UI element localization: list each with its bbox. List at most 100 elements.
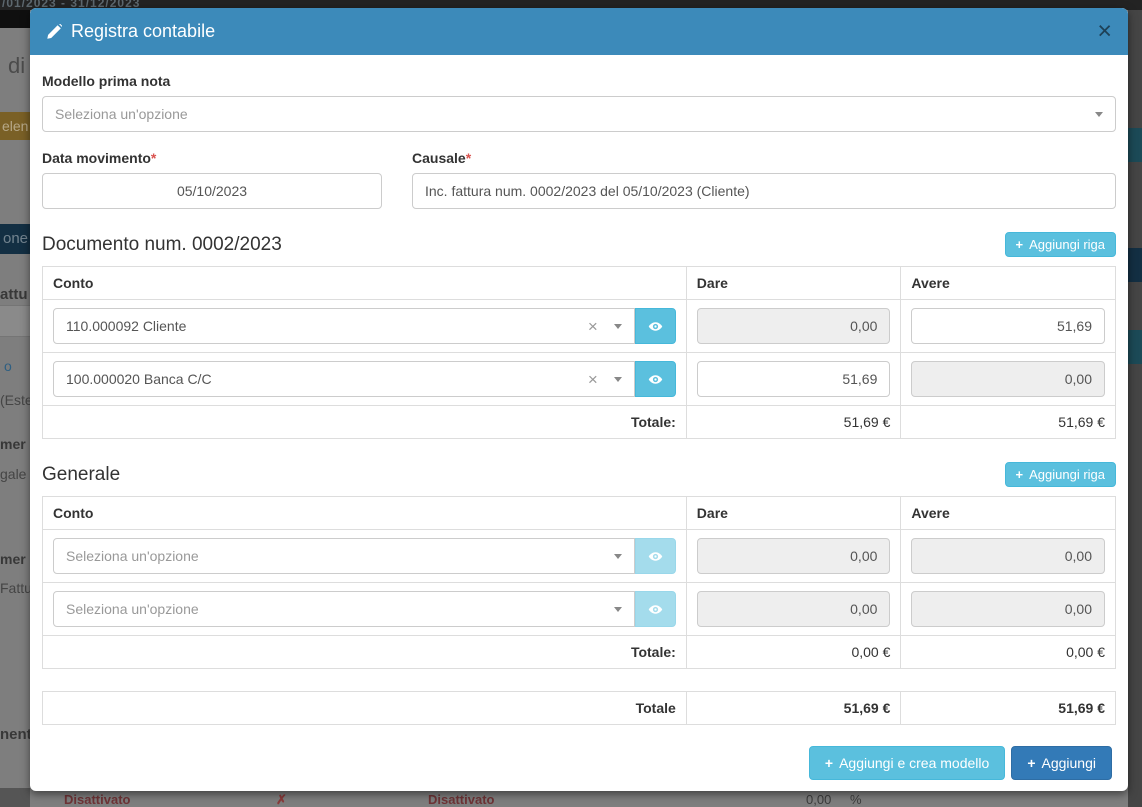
modal-body: Modello prima nota Seleziona un'opzione … [30, 55, 1128, 784]
eye-button[interactable] [635, 308, 676, 344]
background-status-text: Disattivato [64, 792, 130, 807]
eye-button[interactable] [635, 361, 676, 397]
dare-column-header: Dare [686, 497, 901, 530]
pencil-icon [46, 24, 62, 40]
generale-row-2: Seleziona un'opzione [43, 583, 1116, 636]
documento-total-row: Totale: 51,69 € 51,69 € [43, 406, 1116, 439]
grand-total-dare: 51,69 € [686, 692, 901, 725]
background-text-fragment: mer [0, 436, 26, 452]
documento-total-avere: 51,69 € [901, 406, 1116, 439]
grand-total-table: Totale 51,69 € 51,69 € [42, 691, 1116, 725]
aggiungi-button[interactable]: + Aggiungi [1011, 746, 1112, 780]
generale-total-avere: 0,00 € [901, 636, 1116, 669]
conto-select-placeholder: Seleziona un'opzione [66, 601, 614, 617]
conto-select[interactable]: 100.000020 Banca C/C × [53, 361, 635, 397]
aggiungi-e-crea-modello-button[interactable]: + Aggiungi e crea modello [809, 746, 1005, 780]
clear-icon[interactable]: × [588, 318, 598, 335]
generale-total-dare: 0,00 € [686, 636, 901, 669]
background-block [0, 788, 30, 807]
plus-icon: + [825, 755, 833, 771]
data-movimento-label: Data movimento* [42, 150, 382, 166]
modal-header: Registra contabile × [30, 8, 1128, 55]
conto-select-value: 110.000092 Cliente [66, 318, 588, 334]
close-button[interactable]: × [1097, 19, 1112, 44]
avere-input [911, 538, 1105, 574]
background-text-fragment: mer [0, 551, 26, 567]
conto-column-header: Conto [43, 497, 687, 530]
avere-input [911, 361, 1105, 397]
background-button-fragment: one [0, 224, 30, 254]
chevron-down-icon [614, 324, 622, 329]
documento-total-dare: 51,69 € [686, 406, 901, 439]
documento-section-title: Documento num. 0002/2023 [42, 234, 282, 256]
avere-column-header: Avere [901, 497, 1116, 530]
conto-select[interactable]: 110.000092 Cliente × [53, 308, 635, 344]
background-link-fragment: o [4, 358, 12, 374]
background-warning-button-fragment: elen [0, 112, 30, 140]
clear-icon[interactable]: × [588, 371, 598, 388]
generale-header-row: Conto Dare Avere [43, 497, 1116, 530]
conto-column-header: Conto [43, 267, 687, 300]
dare-input [697, 591, 891, 627]
plus-icon: + [1027, 755, 1035, 771]
documento-add-row-button[interactable]: + Aggiungi riga [1005, 232, 1116, 257]
conto-select-value: 100.000020 Banca C/C [66, 371, 588, 387]
documento-total-label: Totale: [43, 406, 687, 439]
grand-total-label: Totale [43, 692, 687, 725]
chevron-down-icon [614, 554, 622, 559]
avere-input [911, 591, 1105, 627]
documento-header-row: Conto Dare Avere [43, 267, 1116, 300]
generale-section-header: Generale + Aggiungi riga [42, 462, 1116, 487]
generale-total-row: Totale: 0,00 € 0,00 € [43, 636, 1116, 669]
background-button-fragment [1128, 128, 1142, 162]
dare-input [697, 308, 891, 344]
background-button-fragment [1128, 330, 1142, 364]
generale-add-row-button[interactable]: + Aggiungi riga [1005, 462, 1116, 487]
required-asterisk: * [466, 150, 471, 166]
eye-button [635, 591, 676, 627]
conto-select[interactable]: Seleziona un'opzione [53, 538, 635, 574]
registra-contabile-modal: Registra contabile × Modello prima nota … [30, 8, 1128, 791]
background-input-fragment [0, 305, 30, 337]
eye-icon [648, 319, 663, 334]
background-button-fragment [1128, 248, 1142, 282]
modello-prima-nota-select[interactable]: Seleziona un'opzione [42, 96, 1116, 132]
generale-table: Conto Dare Avere Seleziona un'opzione [42, 496, 1116, 669]
grand-total-row: Totale 51,69 € 51,69 € [43, 692, 1116, 725]
dare-column-header: Dare [686, 267, 901, 300]
background-text-fragment: gale [0, 466, 26, 482]
background-text-fragment: (Este [0, 392, 33, 408]
eye-button [635, 538, 676, 574]
generale-total-label: Totale: [43, 636, 687, 669]
background-text-fragment: nent [0, 726, 32, 743]
background-status-text: Disattivato [428, 792, 494, 807]
eye-icon [648, 602, 663, 617]
eye-icon [648, 372, 663, 387]
background-text-fragment: Fattu [0, 580, 32, 596]
causale-label: Causale* [412, 150, 1116, 166]
date-causale-row: Data movimento* Causale* [42, 150, 1116, 209]
background-block [0, 10, 30, 28]
modal-footer: + Aggiungi e crea modello + Aggiungi [42, 746, 1116, 780]
conto-select[interactable]: Seleziona un'opzione [53, 591, 635, 627]
close-icon: × [1097, 17, 1112, 45]
data-movimento-input[interactable] [42, 173, 382, 209]
background-text-fragment: attu [0, 286, 28, 303]
select-placeholder: Seleziona un'opzione [55, 106, 1095, 122]
plus-icon: + [1016, 467, 1024, 482]
chevron-down-icon [614, 377, 622, 382]
plus-icon: + [1016, 237, 1024, 252]
avere-input[interactable] [911, 308, 1105, 344]
modal-title: Registra contabile [46, 21, 215, 42]
grand-total-avere: 51,69 € [901, 692, 1116, 725]
dare-input [697, 538, 891, 574]
modello-prima-nota-label: Modello prima nota [42, 73, 1116, 89]
generale-row-1: Seleziona un'opzione [43, 530, 1116, 583]
background-text-fragment: di [8, 53, 25, 79]
background-percent-text: % [850, 792, 862, 807]
dare-input[interactable] [697, 361, 891, 397]
chevron-down-icon [1095, 112, 1103, 117]
chevron-down-icon [614, 607, 622, 612]
causale-input[interactable] [412, 173, 1116, 209]
documento-section-header: Documento num. 0002/2023 + Aggiungi riga [42, 232, 1116, 257]
